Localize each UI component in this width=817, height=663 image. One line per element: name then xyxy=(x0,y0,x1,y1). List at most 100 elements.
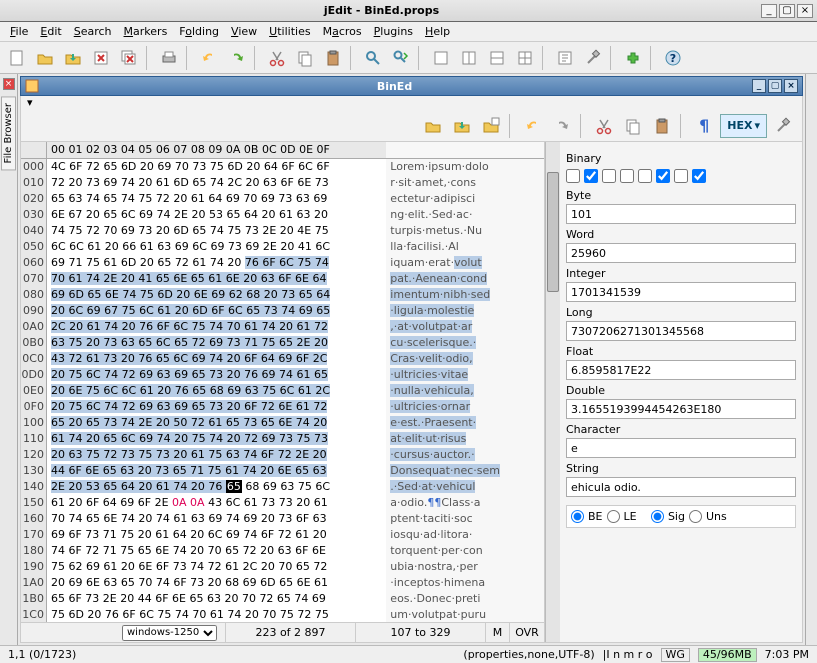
caret-status[interactable]: 1,1 (0/1723) xyxy=(8,648,76,661)
double-label: Double xyxy=(566,384,796,397)
bined-saveas-icon[interactable] xyxy=(478,113,504,139)
byte-field[interactable] xyxy=(566,204,796,224)
double-field[interactable] xyxy=(566,399,796,419)
window-titlebar: jEdit - BinEd.props _ ▢ × xyxy=(0,0,817,22)
byte-label: Byte xyxy=(566,189,796,202)
bined-open-icon[interactable] xyxy=(420,113,446,139)
maximize-button[interactable]: ▢ xyxy=(779,4,795,18)
pane-close-button[interactable]: × xyxy=(784,79,798,93)
float-field[interactable] xyxy=(566,360,796,380)
hex-statusbar: windows-1250 223 of 2 897 107 to 329 M O… xyxy=(21,622,544,642)
string-label: String xyxy=(566,462,796,475)
uns-radio[interactable] xyxy=(689,510,702,523)
pane-minimize-button[interactable]: _ xyxy=(752,79,766,93)
code-type-dropdown[interactable]: HEX▾ xyxy=(720,114,767,138)
long-field[interactable] xyxy=(566,321,796,341)
unsplit-icon[interactable] xyxy=(456,45,482,71)
long-label: Long xyxy=(566,306,796,319)
menu-view[interactable]: View xyxy=(231,25,257,38)
bined-undo-icon[interactable] xyxy=(520,113,546,139)
bit-checkbox[interactable] xyxy=(656,169,670,183)
menu-help[interactable]: Help xyxy=(425,25,450,38)
find-icon[interactable] xyxy=(360,45,386,71)
float-label: Float xyxy=(566,345,796,358)
insert-mode-status[interactable]: OVR xyxy=(510,623,544,642)
dock-close-icon[interactable]: × xyxy=(3,78,15,90)
char-label: Character xyxy=(566,423,796,436)
bit-checkbox[interactable] xyxy=(674,169,688,183)
bit-checkbox[interactable] xyxy=(638,169,652,183)
sig-radio[interactable] xyxy=(651,510,664,523)
undo-icon[interactable] xyxy=(196,45,222,71)
bit-checkbox[interactable] xyxy=(584,169,598,183)
open-file-icon[interactable] xyxy=(32,45,58,71)
be-radio[interactable] xyxy=(571,510,584,523)
redo-icon[interactable] xyxy=(224,45,250,71)
bined-pane-title: BinEd xyxy=(39,80,750,93)
wrap-status[interactable]: WG xyxy=(661,648,690,662)
bined-toolbar: ¶ HEX▾ xyxy=(20,110,803,142)
buffer-options-icon[interactable] xyxy=(552,45,578,71)
hex-scrollbar[interactable] xyxy=(545,142,560,642)
cut-icon[interactable] xyxy=(264,45,290,71)
file-browser-tab[interactable]: File Browser xyxy=(1,96,16,170)
paste-icon[interactable] xyxy=(320,45,346,71)
memory-status[interactable]: 45/96MB xyxy=(698,648,757,662)
pane-maximize-button[interactable]: ▢ xyxy=(768,79,782,93)
close-all-icon[interactable] xyxy=(116,45,142,71)
encoding-select[interactable]: windows-1250 xyxy=(21,623,226,642)
new-view-icon[interactable] xyxy=(428,45,454,71)
le-radio[interactable] xyxy=(607,510,620,523)
close-doc-icon[interactable] xyxy=(88,45,114,71)
split-horiz-icon[interactable] xyxy=(484,45,510,71)
new-file-icon[interactable] xyxy=(4,45,30,71)
find-next-icon[interactable] xyxy=(388,45,414,71)
char-field[interactable] xyxy=(566,438,796,458)
word-field[interactable] xyxy=(566,243,796,263)
close-button[interactable]: × xyxy=(797,4,813,18)
bined-pilcrow-icon[interactable]: ¶ xyxy=(691,113,717,139)
print-icon[interactable] xyxy=(156,45,182,71)
minimize-button[interactable]: _ xyxy=(761,4,777,18)
plugin-manager-icon[interactable] xyxy=(620,45,646,71)
global-options-icon[interactable] xyxy=(580,45,606,71)
pane-dropdown-icon[interactable]: ▾ xyxy=(20,96,803,110)
bined-cut-icon[interactable] xyxy=(591,113,617,139)
bit-checkbox[interactable] xyxy=(692,169,706,183)
position-status[interactable]: 223 of 2 897 xyxy=(226,623,356,642)
bined-save-icon[interactable] xyxy=(449,113,475,139)
values-panel: Binary Byte Word Integer Long Float Doub… xyxy=(560,142,802,642)
hex-editor[interactable]: 00 01 02 03 04 05 06 07 08 09 0A 0B 0C 0… xyxy=(21,142,545,642)
bit-checkbox[interactable] xyxy=(566,169,580,183)
selection-status[interactable]: 107 to 329 xyxy=(356,623,486,642)
menu-edit[interactable]: Edit xyxy=(40,25,61,38)
menu-folding[interactable]: Folding xyxy=(179,25,219,38)
word-label: Word xyxy=(566,228,796,241)
bined-redo-icon[interactable] xyxy=(549,113,575,139)
status-flags[interactable]: |I n m r o xyxy=(603,648,653,661)
split-vert-icon[interactable] xyxy=(512,45,538,71)
window-title: jEdit - BinEd.props xyxy=(4,4,759,17)
svg-text:?: ? xyxy=(670,52,676,65)
left-dock: × File Browser xyxy=(0,74,18,645)
help-icon[interactable]: ? xyxy=(660,45,686,71)
bined-paste-icon[interactable] xyxy=(649,113,675,139)
save-icon[interactable] xyxy=(60,45,86,71)
buffer-mode-status[interactable]: (properties,none,UTF-8) xyxy=(463,648,594,661)
memory-mode-status[interactable]: M xyxy=(486,623,510,642)
menu-macros[interactable]: Macros xyxy=(323,25,362,38)
menu-file[interactable]: File xyxy=(10,25,28,38)
bit-checkbox[interactable] xyxy=(602,169,616,183)
bit-checkbox[interactable] xyxy=(620,169,634,183)
string-field[interactable] xyxy=(566,477,796,497)
bined-options-icon[interactable] xyxy=(770,113,796,139)
menu-search[interactable]: Search xyxy=(74,25,112,38)
copy-icon[interactable] xyxy=(292,45,318,71)
bined-icon xyxy=(25,79,39,93)
menu-markers[interactable]: Markers xyxy=(124,25,168,38)
menu-plugins[interactable]: Plugins xyxy=(374,25,413,38)
menu-utilities[interactable]: Utilities xyxy=(269,25,310,38)
bined-copy-icon[interactable] xyxy=(620,113,646,139)
binary-bits[interactable] xyxy=(566,169,796,183)
integer-field[interactable] xyxy=(566,282,796,302)
